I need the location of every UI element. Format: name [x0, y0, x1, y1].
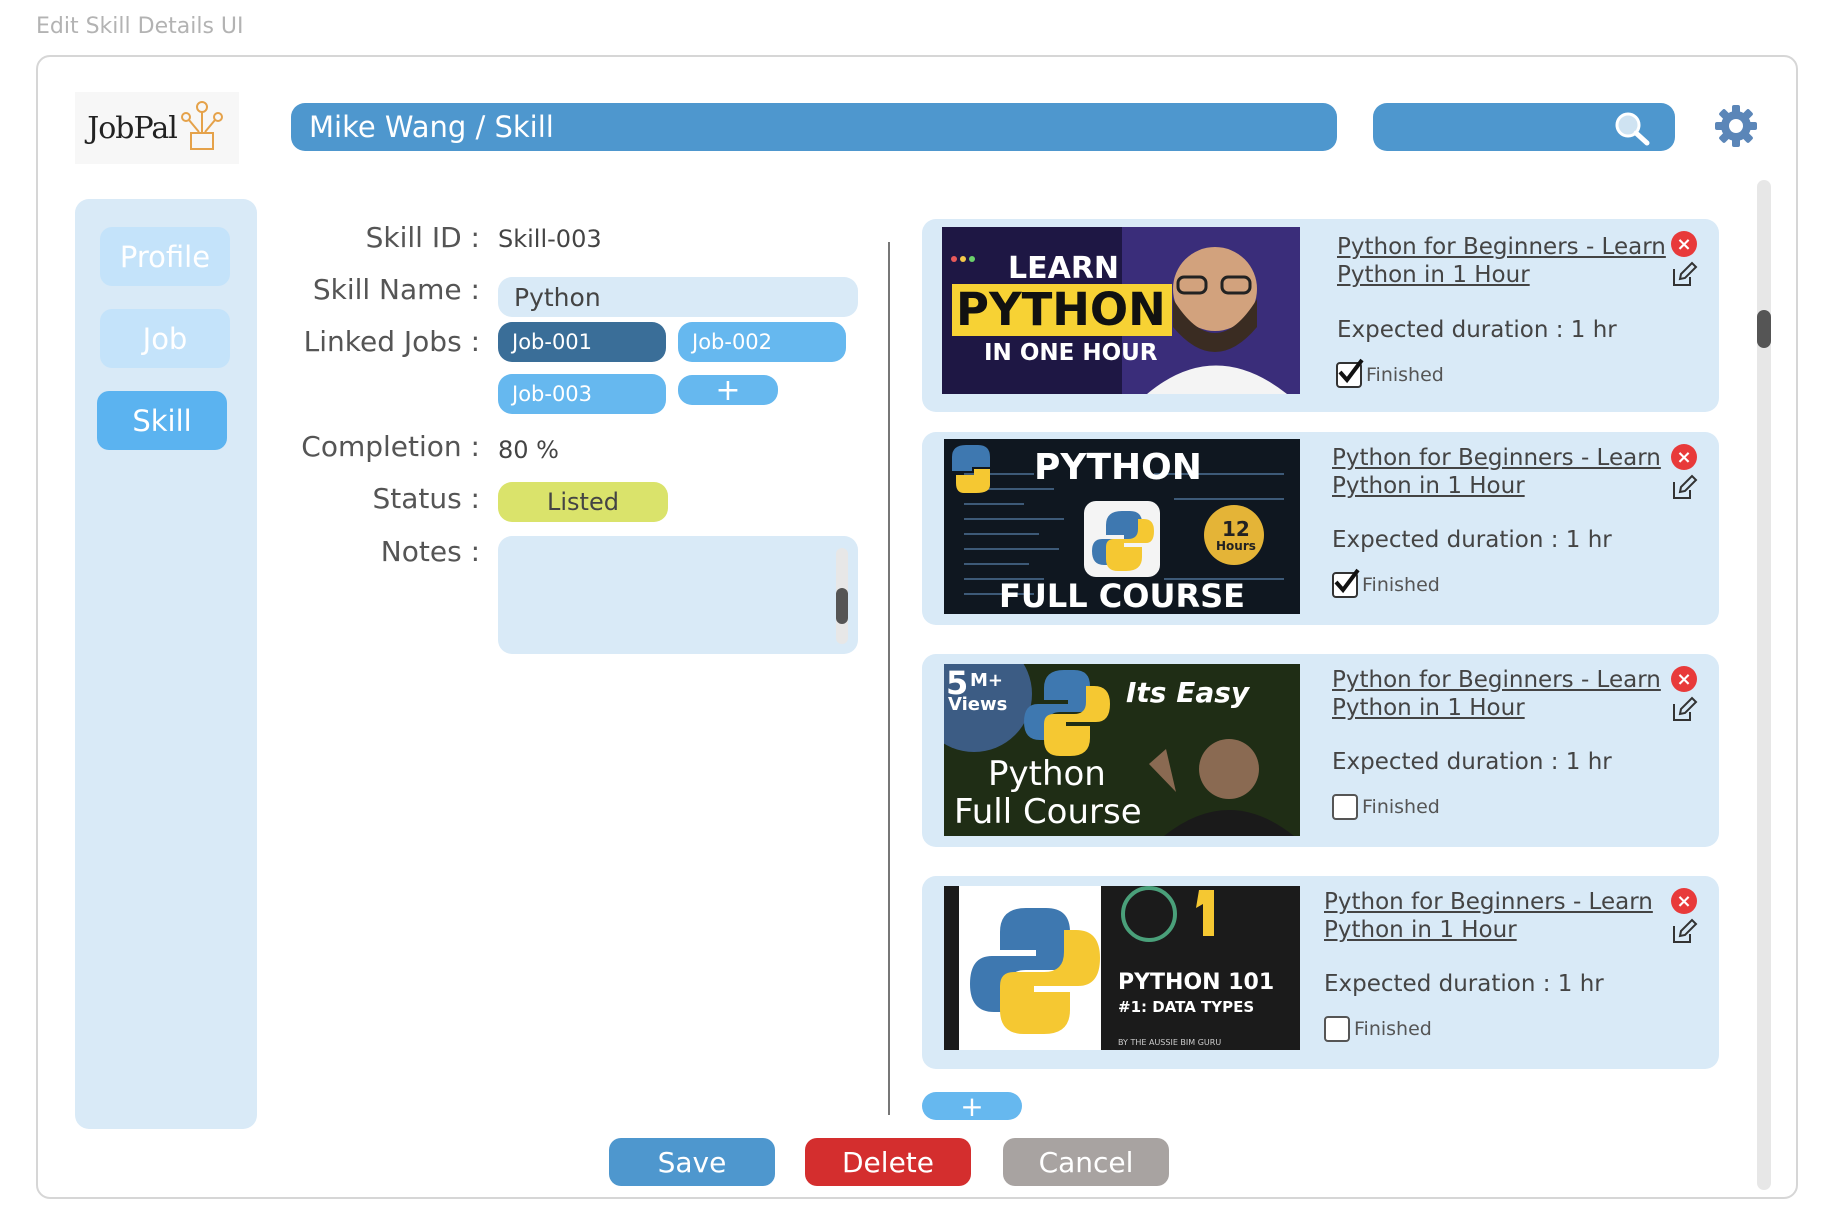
- edit-icon[interactable]: [1670, 918, 1698, 946]
- thumb-text: Hours: [1216, 539, 1256, 553]
- video-card: LEARN PYTHON IN ONE HOUR Python for Begi…: [922, 219, 1719, 412]
- checkbox-box[interactable]: [1332, 794, 1358, 820]
- search-icon[interactable]: [1613, 110, 1653, 146]
- thumb-text: Views: [948, 694, 1008, 715]
- checkbox-box[interactable]: [1324, 1016, 1350, 1042]
- video-card: PYTHON 101 #1: DATA TYPES BY THE AUSSIE …: [922, 876, 1719, 1069]
- checkbox-box[interactable]: [1336, 358, 1364, 388]
- search-input[interactable]: [1373, 103, 1675, 151]
- checkbox-box[interactable]: [1332, 568, 1360, 598]
- video-title-link[interactable]: Python for Beginners - Learn Python in 1…: [1324, 888, 1654, 944]
- notes-label: Notes :: [380, 535, 480, 568]
- notes-scroll-thumb[interactable]: [836, 588, 848, 624]
- video-duration: Expected duration : 1 hr: [1332, 749, 1612, 775]
- thumb-text: IN ONE HOUR: [984, 340, 1158, 366]
- video-card: PYTHON 12 Hours FULL COURSE Python for B…: [922, 432, 1719, 625]
- skill-id-value: Skill-003: [498, 225, 602, 253]
- video-title-link[interactable]: Python for Beginners - Learn Python in 1…: [1332, 666, 1662, 722]
- thumb-text: PYTHON: [1034, 447, 1202, 488]
- jobpal-logo[interactable]: JobPal: [75, 92, 239, 164]
- main-scrollbar[interactable]: [1757, 180, 1771, 1190]
- completion-value: 80 %: [498, 436, 559, 464]
- finished-checkbox[interactable]: Finished: [1336, 358, 1444, 388]
- video-thumbnail[interactable]: PYTHON 101 #1: DATA TYPES BY THE AUSSIE …: [944, 886, 1300, 1050]
- job-chip-job-001[interactable]: Job-001: [498, 322, 666, 362]
- close-icon[interactable]: ×: [1671, 666, 1697, 692]
- video-duration: Expected duration : 1 hr: [1337, 317, 1617, 343]
- finished-label: Finished: [1362, 796, 1440, 818]
- thumb-text: 12: [1222, 517, 1250, 541]
- checkmark-icon: [1338, 358, 1364, 384]
- finished-checkbox[interactable]: Finished: [1324, 1016, 1432, 1042]
- finished-label: Finished: [1362, 574, 1440, 596]
- thumb-text: PYTHON 101: [1118, 970, 1275, 995]
- completion-label: Completion :: [301, 430, 480, 463]
- status-label: Status :: [372, 482, 480, 515]
- edit-icon[interactable]: [1670, 474, 1698, 502]
- cancel-button[interactable]: Cancel: [1003, 1138, 1169, 1186]
- finished-checkbox[interactable]: Finished: [1332, 568, 1440, 598]
- notes-textarea[interactable]: [498, 536, 858, 654]
- finished-label: Finished: [1354, 1018, 1432, 1040]
- skill-id-label: Skill ID :: [365, 221, 480, 254]
- finished-checkbox[interactable]: Finished: [1332, 794, 1440, 820]
- close-icon[interactable]: ×: [1671, 444, 1697, 470]
- thumb-text: BY THE AUSSIE BIM GURU: [1118, 1038, 1222, 1047]
- breadcrumb: Mike Wang / Skill: [291, 103, 1337, 151]
- video-title-link[interactable]: Python for Beginners - Learn Python in 1…: [1337, 233, 1667, 289]
- linked-jobs-label: Linked Jobs :: [303, 325, 480, 358]
- sidebar-item-job[interactable]: Job: [100, 309, 230, 368]
- notes-scrollbar[interactable]: [836, 548, 848, 644]
- save-button[interactable]: Save: [609, 1138, 775, 1186]
- video-title-link[interactable]: Python for Beginners - Learn Python in 1…: [1332, 444, 1662, 500]
- sidebar-item-profile[interactable]: Profile: [100, 227, 230, 286]
- main-scroll-thumb[interactable]: [1757, 310, 1771, 348]
- video-thumbnail[interactable]: LEARN PYTHON IN ONE HOUR: [942, 227, 1300, 394]
- finished-label: Finished: [1366, 364, 1444, 386]
- close-icon[interactable]: ×: [1671, 888, 1697, 914]
- thumb-text: Python: [988, 754, 1106, 794]
- edit-icon[interactable]: [1670, 696, 1698, 724]
- video-thumbnail[interactable]: PYTHON 12 Hours FULL COURSE: [944, 439, 1300, 614]
- page-caption: Edit Skill Details UI: [36, 14, 244, 39]
- thumb-text: M+: [970, 670, 1003, 691]
- panel-divider: [888, 242, 890, 1115]
- add-job-button[interactable]: +: [678, 373, 778, 408]
- video-card: 5 M+ Views Its Easy Python Full Course P…: [922, 654, 1719, 847]
- close-icon[interactable]: ×: [1671, 231, 1697, 257]
- gear-icon[interactable]: [1714, 104, 1758, 148]
- checkmark-icon: [1334, 568, 1360, 594]
- video-duration: Expected duration : 1 hr: [1332, 527, 1612, 553]
- delete-button[interactable]: Delete: [805, 1138, 971, 1186]
- job-chip-job-002[interactable]: Job-002: [678, 322, 846, 362]
- video-duration: Expected duration : 1 hr: [1324, 971, 1604, 997]
- edit-icon[interactable]: [1670, 261, 1698, 289]
- sidebar-item-skill[interactable]: Skill: [97, 391, 227, 450]
- thumb-text: Full Course: [954, 792, 1142, 832]
- thumb-text: LEARN: [1008, 251, 1120, 286]
- thumb-text: #1: DATA TYPES: [1118, 998, 1255, 1016]
- job-chip-job-003[interactable]: Job-003: [498, 374, 666, 414]
- add-video-button[interactable]: +: [922, 1090, 1022, 1123]
- video-thumbnail[interactable]: 5 M+ Views Its Easy Python Full Course: [944, 664, 1300, 836]
- skill-name-label: Skill Name :: [312, 273, 480, 306]
- logo-people-icon: [180, 101, 223, 150]
- thumb-text: FULL COURSE: [999, 577, 1245, 614]
- thumb-text: PYTHON: [956, 283, 1166, 336]
- logo-text: JobPal: [87, 110, 178, 146]
- thumb-text: Its Easy: [1126, 676, 1250, 709]
- thumbnail-4-art: [944, 886, 1300, 1050]
- status-badge[interactable]: Listed: [498, 482, 668, 522]
- skill-name-input[interactable]: Python: [498, 277, 858, 317]
